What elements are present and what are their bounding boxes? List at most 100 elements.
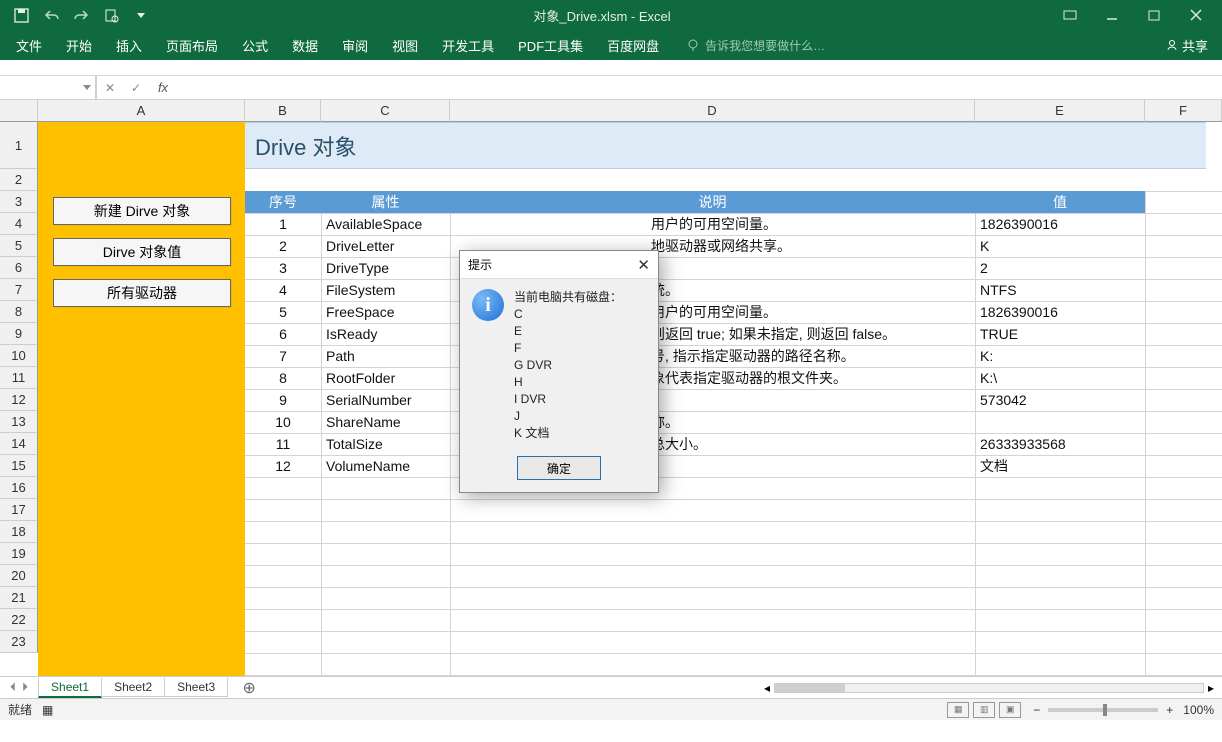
tab-first-icon[interactable]: ⏴ <box>10 680 16 695</box>
row-10[interactable]: 10 <box>0 345 38 367</box>
cell-val[interactable]: NTFS <box>980 279 1145 301</box>
col-B[interactable]: B <box>245 100 321 122</box>
sheet-tab-2[interactable]: Sheet2 <box>101 678 165 697</box>
row-13[interactable]: 13 <box>0 411 38 433</box>
cell-attr[interactable]: DriveType <box>326 257 455 279</box>
cell-attr[interactable]: IsReady <box>326 323 455 345</box>
merged-title[interactable]: Drive 对象 <box>245 122 1206 169</box>
save-icon[interactable] <box>8 2 34 28</box>
tab-view[interactable]: 视图 <box>380 30 430 60</box>
tab-home[interactable]: 开始 <box>54 30 104 60</box>
cell-val[interactable]: TRUE <box>980 323 1145 345</box>
row-6[interactable]: 6 <box>0 257 38 279</box>
qat-more-icon[interactable] <box>128 2 154 28</box>
fx-icon[interactable]: fx <box>149 76 177 99</box>
cell-attr[interactable]: TotalSize <box>326 433 455 455</box>
row-7[interactable]: 7 <box>0 279 38 301</box>
tab-layout[interactable]: 页面布局 <box>154 30 230 60</box>
cell-attr[interactable]: FreeSpace <box>326 301 455 323</box>
cell-seq[interactable]: 2 <box>245 235 321 257</box>
row-17[interactable]: 17 <box>0 499 38 521</box>
zoom-out-icon[interactable]: − <box>1033 703 1040 717</box>
row-2[interactable]: 2 <box>0 169 38 191</box>
cell-seq[interactable]: 1 <box>245 213 321 235</box>
row-3[interactable]: 3 <box>0 191 38 213</box>
zoom-level[interactable]: 100% <box>1183 703 1214 717</box>
col-C[interactable]: C <box>321 100 450 122</box>
close-icon[interactable] <box>1176 2 1216 28</box>
row-22[interactable]: 22 <box>0 609 38 631</box>
cell-seq[interactable]: 5 <box>245 301 321 323</box>
cell-seq[interactable]: 4 <box>245 279 321 301</box>
tab-dev[interactable]: 开发工具 <box>430 30 506 60</box>
tab-baidu[interactable]: 百度网盘 <box>595 30 671 60</box>
cell-attr[interactable]: AvailableSpace <box>326 213 455 235</box>
row-16[interactable]: 16 <box>0 477 38 499</box>
cell-desc[interactable]: 象代表指定驱动器的根文件夹。 <box>651 367 971 389</box>
view-normal-icon[interactable]: ▦ <box>947 702 969 718</box>
sheet-tab-3[interactable]: Sheet3 <box>164 678 228 697</box>
cell-val[interactable]: K: <box>980 345 1145 367</box>
cell-attr[interactable]: VolumeName <box>326 455 455 477</box>
cell-seq[interactable]: 3 <box>245 257 321 279</box>
btn-new-drive[interactable]: 新建 Dirve 对象 <box>53 197 231 225</box>
maximize-icon[interactable] <box>1134 2 1174 28</box>
cell-attr[interactable]: FileSystem <box>326 279 455 301</box>
row-5[interactable]: 5 <box>0 235 38 257</box>
cell-seq[interactable]: 9 <box>245 389 321 411</box>
view-break-icon[interactable]: ▣ <box>999 702 1021 718</box>
enter-fx-icon[interactable]: ✓ <box>123 76 149 99</box>
col-E[interactable]: E <box>975 100 1145 122</box>
row-19[interactable]: 19 <box>0 543 38 565</box>
redo-icon[interactable] <box>68 2 94 28</box>
tab-pdf[interactable]: PDF工具集 <box>506 30 595 60</box>
cell-val[interactable]: 26333933568 <box>980 433 1145 455</box>
cell-seq[interactable]: 11 <box>245 433 321 455</box>
msgbox-ok-button[interactable]: 确定 <box>517 456 601 480</box>
formula-input[interactable] <box>177 76 1222 99</box>
cell-desc[interactable]: 总大小。 <box>651 433 971 455</box>
hscroll-right-icon[interactable]: ▸ <box>1208 681 1214 695</box>
cell-desc[interactable]: 地驱动器或网络共享。 <box>651 235 971 257</box>
zoom-in-icon[interactable]: + <box>1166 703 1173 717</box>
cell-attr[interactable]: RootFolder <box>326 367 455 389</box>
cell-seq[interactable]: 10 <box>245 411 321 433</box>
cell-val[interactable] <box>980 411 1145 433</box>
sheet-tab-1[interactable]: Sheet1 <box>38 678 102 698</box>
tab-formula[interactable]: 公式 <box>230 30 280 60</box>
hscroll-left-icon[interactable]: ◂ <box>764 681 770 695</box>
cell-seq[interactable]: 8 <box>245 367 321 389</box>
cancel-fx-icon[interactable]: ✕ <box>97 76 123 99</box>
macro-rec-icon[interactable]: ▦ <box>42 703 53 717</box>
row-15[interactable]: 15 <box>0 455 38 477</box>
cell-attr[interactable]: SerialNumber <box>326 389 455 411</box>
col-F[interactable]: F <box>1145 100 1222 122</box>
cell-val[interactable]: K <box>980 235 1145 257</box>
cell-desc[interactable]: 用户的可用空间量。 <box>651 301 971 323</box>
row-18[interactable]: 18 <box>0 521 38 543</box>
view-layout-icon[interactable]: ▥ <box>973 702 995 718</box>
cell-desc[interactable] <box>651 455 971 477</box>
row-4[interactable]: 4 <box>0 213 38 235</box>
cell-val[interactable]: 573042 <box>980 389 1145 411</box>
cell-val[interactable]: K:\ <box>980 367 1145 389</box>
col-D[interactable]: D <box>450 100 975 122</box>
cell-seq[interactable]: 7 <box>245 345 321 367</box>
select-all-corner[interactable] <box>0 100 38 122</box>
row-20[interactable]: 20 <box>0 565 38 587</box>
tell-me[interactable]: 告诉我您想要做什么… <box>687 37 825 54</box>
cell-seq[interactable]: 6 <box>245 323 321 345</box>
tab-file[interactable]: 文件 <box>4 30 54 60</box>
row-12[interactable]: 12 <box>0 389 38 411</box>
minimize-icon[interactable] <box>1092 2 1132 28</box>
cell-desc[interactable] <box>651 257 971 279</box>
cell-attr[interactable]: Path <box>326 345 455 367</box>
share-button[interactable]: 共享 <box>1152 30 1222 60</box>
cell-val[interactable]: 文档 <box>980 455 1145 477</box>
cell-attr[interactable]: DriveLetter <box>326 235 455 257</box>
hscrollbar[interactable] <box>774 683 1204 693</box>
ribbon-opts-icon[interactable] <box>1050 2 1090 28</box>
cell-val[interactable]: 1826390016 <box>980 301 1145 323</box>
row-8[interactable]: 8 <box>0 301 38 323</box>
msgbox-close-icon[interactable]: ✕ <box>637 256 650 274</box>
